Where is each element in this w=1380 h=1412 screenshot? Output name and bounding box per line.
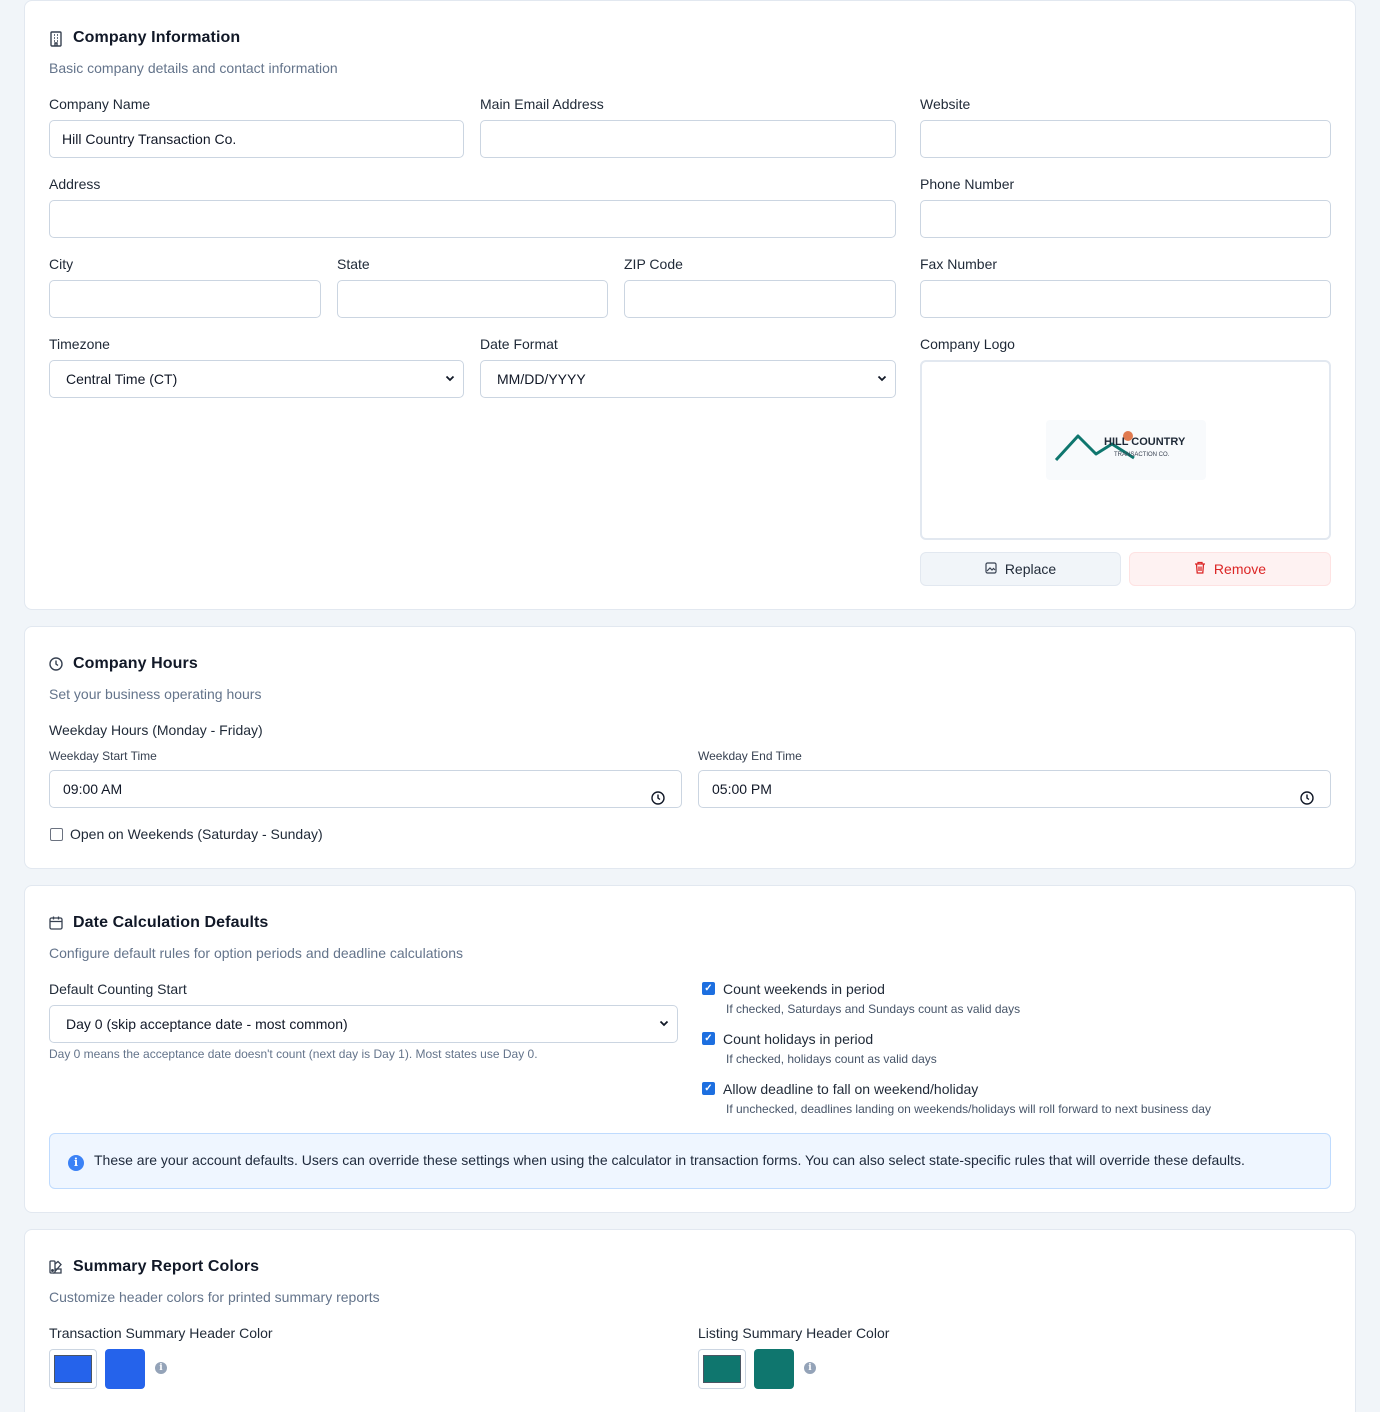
company-logo-label: Company Logo — [920, 336, 1015, 352]
allow-deadline-weekend-help: If unchecked, deadlines landing on weeke… — [726, 1102, 1211, 1116]
counting-start-select[interactable]: Day 0 (skip acceptance date - most commo… — [49, 1005, 678, 1043]
phone-label: Phone Number — [920, 176, 1015, 192]
company-name-label: Company Name — [49, 96, 151, 112]
main-email-input[interactable] — [480, 120, 896, 158]
transaction-color-swatch — [54, 1355, 92, 1383]
company-hours-card: Company Hours Set your business operatin… — [24, 626, 1356, 869]
image-icon — [985, 561, 997, 577]
remove-label: Remove — [1213, 561, 1267, 577]
weekday-start-label: Weekday Start Time — [49, 749, 157, 763]
info-icon[interactable]: i — [804, 1362, 816, 1374]
city-label: City — [49, 256, 74, 272]
transaction-color-label: Transaction Summary Header Color — [49, 1325, 273, 1341]
weekday-end-value: 05:00 PM — [712, 781, 772, 797]
listing-color-swatch — [703, 1355, 741, 1383]
replace-logo-button[interactable]: Replace — [920, 552, 1121, 586]
weekday-hours-heading: Weekday Hours (Monday - Friday) — [49, 722, 263, 738]
zip-label: ZIP Code — [624, 256, 683, 272]
counting-start-value: Day 0 (skip acceptance date - most commo… — [66, 1016, 348, 1032]
card-subtitle: Configure default rules for option perio… — [49, 945, 464, 961]
count-weekends-checkbox[interactable]: ✓ — [702, 982, 715, 995]
date-calculation-card: Date Calculation Defaults Configure defa… — [24, 885, 1356, 1213]
clock-icon[interactable] — [651, 782, 665, 805]
listing-color-preview — [754, 1349, 794, 1389]
company-information-header: Company Information — [49, 29, 240, 47]
timezone-select[interactable]: Central Time (CT) — [49, 360, 464, 398]
listing-color-label: Listing Summary Header Color — [698, 1325, 890, 1341]
info-icon[interactable]: i — [155, 1362, 167, 1374]
timezone-label: Timezone — [49, 336, 110, 352]
allow-deadline-weekend-checkbox[interactable]: ✓ — [702, 1082, 715, 1095]
website-input[interactable] — [920, 120, 1331, 158]
remove-logo-button[interactable]: Remove — [1129, 552, 1331, 586]
company-information-card: Company Information Basic company detail… — [24, 0, 1356, 610]
logo-text-main: HILL COUNTRY — [1104, 436, 1186, 448]
phone-input[interactable] — [920, 200, 1331, 238]
chevron-down-icon — [877, 361, 887, 412]
card-subtitle: Basic company details and contact inform… — [49, 60, 338, 76]
count-holidays-label: Count holidays in period — [723, 1031, 874, 1047]
weekday-end-label: Weekday End Time — [698, 749, 802, 763]
timezone-value: Central Time (CT) — [66, 371, 178, 387]
calendar-icon — [49, 916, 63, 930]
summary-report-colors-header: Summary Report Colors — [49, 1258, 259, 1276]
company-name-input[interactable]: Hill Country Transaction Co. — [49, 120, 464, 158]
building-icon — [49, 31, 63, 47]
fax-label: Fax Number — [920, 256, 998, 272]
count-weekends-help: If checked, Saturdays and Sundays count … — [726, 1002, 1021, 1016]
card-title: Company Hours — [73, 655, 198, 672]
state-label: State — [337, 256, 370, 272]
transaction-color-picker[interactable] — [49, 1349, 97, 1389]
logo-text-sub: TRANSACTION CO. — [1114, 452, 1170, 458]
counting-start-help: Day 0 means the acceptance date doesn't … — [49, 1047, 538, 1061]
open-weekends-checkbox[interactable] — [50, 828, 63, 841]
state-input[interactable] — [337, 280, 608, 318]
count-holidays-help: If checked, holidays count as valid days — [726, 1052, 937, 1066]
company-logo-image: HILL COUNTRY TRANSACTION CO. — [1046, 420, 1206, 480]
listing-color-picker[interactable] — [698, 1349, 746, 1389]
fax-input[interactable] — [920, 280, 1331, 318]
date-format-label: Date Format — [480, 336, 558, 352]
allow-deadline-weekend-label: Allow deadline to fall on weekend/holida… — [723, 1081, 979, 1097]
card-subtitle: Set your business operating hours — [49, 686, 262, 702]
date-format-value: MM/DD/YYYY — [497, 371, 586, 387]
weekday-start-value: 09:00 AM — [63, 781, 123, 797]
chevron-down-icon — [659, 1006, 669, 1057]
card-title: Summary Report Colors — [73, 1258, 260, 1275]
chevron-down-icon — [445, 361, 455, 412]
zip-input[interactable] — [624, 280, 896, 318]
city-input[interactable] — [49, 280, 321, 318]
palette-icon — [49, 1260, 63, 1274]
defaults-info-text: These are your account defaults. Users c… — [94, 1152, 1245, 1168]
open-weekends-label: Open on Weekends (Saturday - Sunday) — [70, 826, 323, 842]
address-input[interactable] — [49, 200, 896, 238]
info-icon: i — [68, 1155, 84, 1171]
summary-report-colors-card: Summary Report Colors Customize header c… — [24, 1229, 1356, 1412]
logo-preview: HILL COUNTRY TRANSACTION CO. — [920, 360, 1331, 540]
clock-icon — [49, 657, 63, 671]
card-subtitle: Customize header colors for printed summ… — [49, 1289, 380, 1305]
transaction-color-preview — [105, 1349, 145, 1389]
trash-icon — [1194, 561, 1206, 577]
date-format-select[interactable]: MM/DD/YYYY — [480, 360, 896, 398]
counting-start-label: Default Counting Start — [49, 981, 187, 997]
replace-label: Replace — [1004, 561, 1057, 577]
card-title: Date Calculation Defaults — [73, 914, 269, 931]
company-hours-header: Company Hours — [49, 655, 198, 673]
date-calculation-header: Date Calculation Defaults — [49, 914, 268, 932]
count-weekends-label: Count weekends in period — [723, 981, 885, 997]
address-label: Address — [49, 176, 101, 192]
count-holidays-checkbox[interactable]: ✓ — [702, 1032, 715, 1045]
website-label: Website — [920, 96, 971, 112]
weekday-start-time-input[interactable]: 09:00 AM — [49, 770, 682, 808]
defaults-info-box: i These are your account defaults. Users… — [49, 1133, 1331, 1189]
weekday-end-time-input[interactable]: 05:00 PM — [698, 770, 1331, 808]
card-title: Company Information — [73, 29, 241, 46]
main-email-label: Main Email Address — [480, 96, 604, 112]
clock-icon[interactable] — [1300, 782, 1314, 805]
